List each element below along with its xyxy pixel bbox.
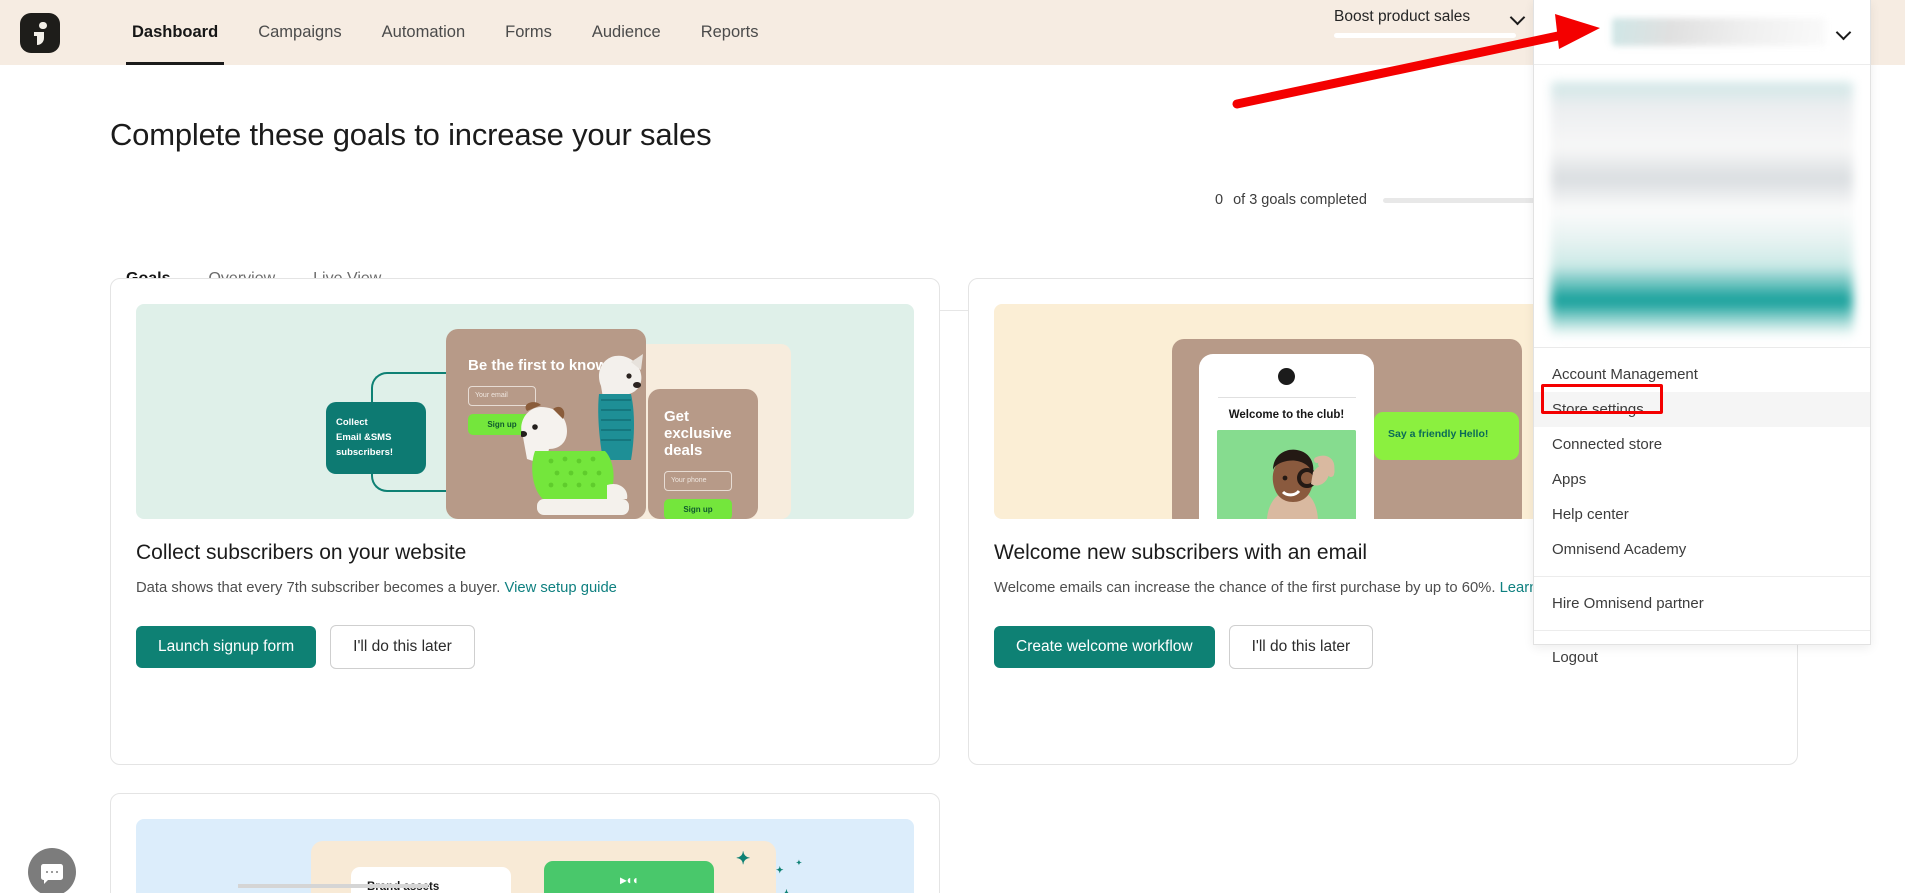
goal-card-title: Collect subscribers on your website [136,541,467,564]
app-root: Dashboard Campaigns Automation Forms Aud… [0,0,1905,893]
hero-popup-input: Your phone [664,471,732,492]
boost-product-sales-widget[interactable]: Boost product sales [1334,8,1526,38]
sparkle-icon: ✦ [796,860,802,867]
nav-item-automation[interactable]: Automation [362,0,485,65]
sparkle-icon: ✦ [781,887,792,893]
menu-item-label: Store settings [1552,401,1644,418]
chat-bubble-icon [41,864,63,884]
goal-card-actions: Launch signup form I'll do this later [136,625,914,670]
goal-card-brand-assets: Brand assets Logo ▸◖◖ Colors F [110,793,940,893]
hero-badge-line: subscribers! [336,447,394,459]
nav-item-dashboard[interactable]: Dashboard [112,0,238,65]
view-setup-guide-link[interactable]: View setup guide [504,580,616,596]
brand-mark-icon: ▸◖◖ [620,873,639,887]
hero-signup-popup-phone: Get exclusive deals Your phone Sign up [648,389,758,519]
menu-item-label: Account Management [1552,366,1698,383]
hero-promo-email: ▸◖◖ Special deal for Mother's day 10% OF… [544,861,714,893]
goal-card-collect-subscribers: Collect Email &SMS subscribers! Be the f… [110,278,940,765]
nav-item-audience[interactable]: Audience [572,0,681,65]
hero-sms-bubble: Say a friendly Hello! [1374,412,1519,460]
menu-item-label: Apps [1552,471,1587,488]
goal-card-hero-illustration: Collect Email &SMS subscribers! Be the f… [136,304,914,519]
hero-email-preview: Welcome to the club! [1199,354,1374,519]
menu-item-store-settings[interactable]: Store settings [1534,392,1870,427]
page-title: Complete these goals to increase your sa… [110,117,712,152]
menu-item-hire-omnisend-partner[interactable]: Hire Omnisend partner [1534,586,1870,621]
horizontal-scroll-indicator[interactable] [238,884,428,888]
account-dropdown-trigger[interactable] [1534,0,1870,65]
hero-badge: Collect Email &SMS subscribers! [326,402,426,474]
account-dropdown-panel: Account Management Store settings Connec… [1533,0,1871,666]
chat-widget-button[interactable] [28,848,76,893]
nav-label: Reports [700,23,759,41]
hero-popup-title: Get exclusive deals [664,408,732,459]
goal-card-description-text: Data shows that every 7th subscriber bec… [136,580,501,596]
omnisend-logo-icon [20,12,60,53]
account-plan-card-blurred[interactable] [1551,82,1853,337]
nav-label: Campaigns [258,23,342,41]
hero-email-photo [1217,430,1356,519]
nav-label: Automation [381,23,466,41]
brand-logo[interactable] [20,12,60,53]
menu-item-label: Help center [1552,506,1629,523]
dog-illustration-icon [521,402,629,515]
hero-email-heading: Welcome to the club! [1228,409,1345,421]
do-this-later-button[interactable]: I'll do this later [1228,625,1374,670]
create-welcome-workflow-button[interactable]: Create welcome workflow [994,626,1215,669]
goal-card-description: Data shows that every 7th subscriber bec… [136,577,914,599]
account-dropdown-menu: Account Management Store settings Connec… [1534,348,1870,675]
hero-brand-assets-panel: Brand assets Logo ▸◖◖ Colors F [351,867,511,893]
sparkle-icon: ✦ [736,849,751,868]
menu-item-omnisend-academy[interactable]: Omnisend Academy [1534,532,1870,567]
chevron-down-icon[interactable] [1510,9,1526,25]
nav-label: Forms [505,23,552,41]
nav-item-reports[interactable]: Reports [681,0,779,65]
menu-item-account-management[interactable]: Account Management [1534,357,1870,392]
menu-item-label: Hire Omnisend partner [1552,595,1704,612]
brand-mark-icon [1278,368,1295,385]
menu-item-label: Logout [1552,649,1598,666]
nav-item-forms[interactable]: Forms [485,0,572,65]
menu-item-help-center[interactable]: Help center [1534,497,1870,532]
menu-item-logout[interactable]: Logout [1534,640,1870,675]
hero-popup-button: Sign up [664,499,732,519]
launch-signup-form-button[interactable]: Launch signup form [136,626,317,669]
boost-label: Boost product sales [1334,8,1471,25]
boost-progress-bar [1334,33,1516,38]
menu-item-apps[interactable]: Apps [1534,462,1870,497]
account-name-blurred [1612,18,1826,46]
do-this-later-button[interactable]: I'll do this later [330,625,475,670]
goal-card-description-text: Welcome emails can increase the chance o… [994,580,1496,596]
nav-label: Dashboard [132,23,219,41]
menu-item-label: Connected store [1552,436,1663,453]
goal-card-hero-illustration: Brand assets Logo ▸◖◖ Colors F [136,819,914,893]
sparkle-icon: ✦ [776,865,784,875]
nav-label: Audience [591,23,661,41]
hero-badge-line: Email &SMS [336,432,392,444]
chevron-down-icon[interactable] [1836,24,1852,40]
menu-item-connected-store[interactable]: Connected store [1534,427,1870,462]
goal-progress-count: 0 [1215,192,1224,208]
main-navigation: Dashboard Campaigns Automation Forms Aud… [112,0,778,65]
goal-card-body: Collect subscribers on your website Data… [111,541,939,670]
nav-item-campaigns[interactable]: Campaigns [238,0,361,65]
goal-progress-text: of 3 goals completed [1233,192,1367,208]
menu-item-label: Omnisend Academy [1552,541,1687,558]
hero-badge-line: Collect [336,417,368,428]
